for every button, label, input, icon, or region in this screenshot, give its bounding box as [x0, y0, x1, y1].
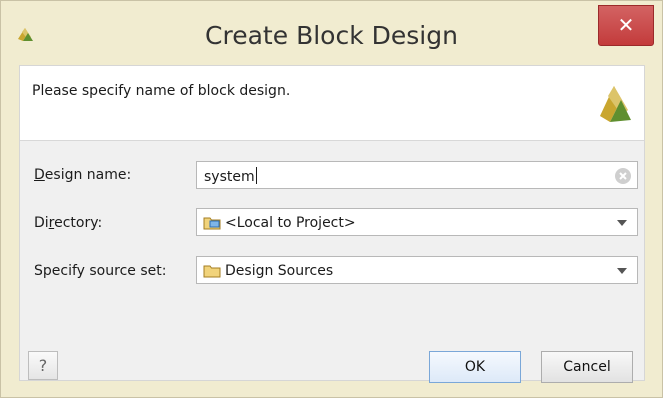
help-button[interactable]: ? — [28, 351, 58, 380]
source-set-value: Design Sources — [225, 263, 334, 279]
close-icon: ✕ — [617, 13, 635, 37]
header-banner: Please specify name of block design. — [20, 66, 644, 141]
text-caret — [255, 167, 257, 184]
ok-button[interactable]: OK — [429, 351, 521, 383]
chevron-down-icon[interactable] — [617, 220, 627, 226]
vivado-logo-icon — [600, 86, 631, 122]
dialog-content: Please specify name of block design. Des… — [19, 65, 645, 383]
directory-select[interactable]: <Local to Project> — [196, 208, 638, 236]
close-button[interactable]: ✕ — [598, 5, 654, 46]
directory-label: Directory: — [34, 215, 103, 231]
window-title: Create Block Design — [205, 21, 458, 50]
folder-icon — [203, 265, 221, 278]
design-name-input[interactable]: system — [196, 161, 638, 189]
clear-input-icon[interactable] — [615, 168, 631, 184]
design-name-label: Design name: — [34, 167, 132, 183]
source-set-label: Specify source set: — [34, 263, 167, 279]
design-name-value: system — [204, 167, 257, 185]
source-set-select[interactable]: Design Sources — [196, 256, 638, 284]
create-block-design-dialog: Create Block Design ✕ Please specify nam… — [0, 0, 663, 398]
cancel-button[interactable]: Cancel — [541, 351, 633, 383]
title-bar[interactable]: Create Block Design ✕ — [1, 1, 662, 65]
banner-instruction: Please specify name of block design. — [32, 83, 291, 99]
directory-value: <Local to Project> — [225, 215, 356, 231]
chevron-down-icon[interactable] — [617, 268, 627, 274]
folder-icon — [203, 217, 221, 230]
